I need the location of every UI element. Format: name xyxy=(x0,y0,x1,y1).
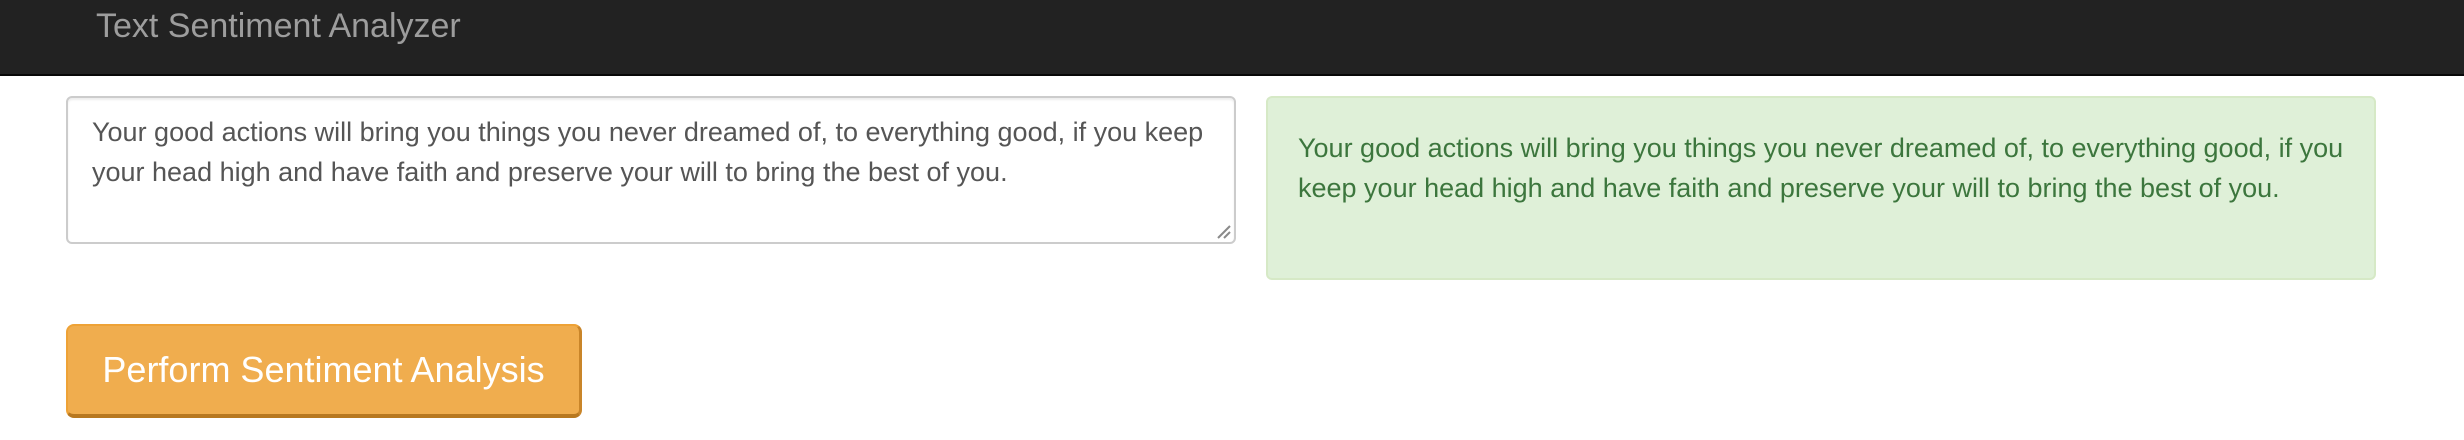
sentiment-result-alert: Your good actions will bring you things … xyxy=(1266,96,2376,280)
resize-handle-icon[interactable] xyxy=(1214,222,1232,240)
sentiment-result-text: Your good actions will bring you things … xyxy=(1298,133,2344,203)
sentiment-text-input[interactable]: Your good actions will bring you things … xyxy=(66,96,1236,244)
perform-sentiment-analysis-button[interactable]: Perform Sentiment Analysis xyxy=(66,324,582,418)
app-title[interactable]: Text Sentiment Analyzer xyxy=(96,6,461,46)
top-navbar: Text Sentiment Analyzer xyxy=(0,0,2464,76)
